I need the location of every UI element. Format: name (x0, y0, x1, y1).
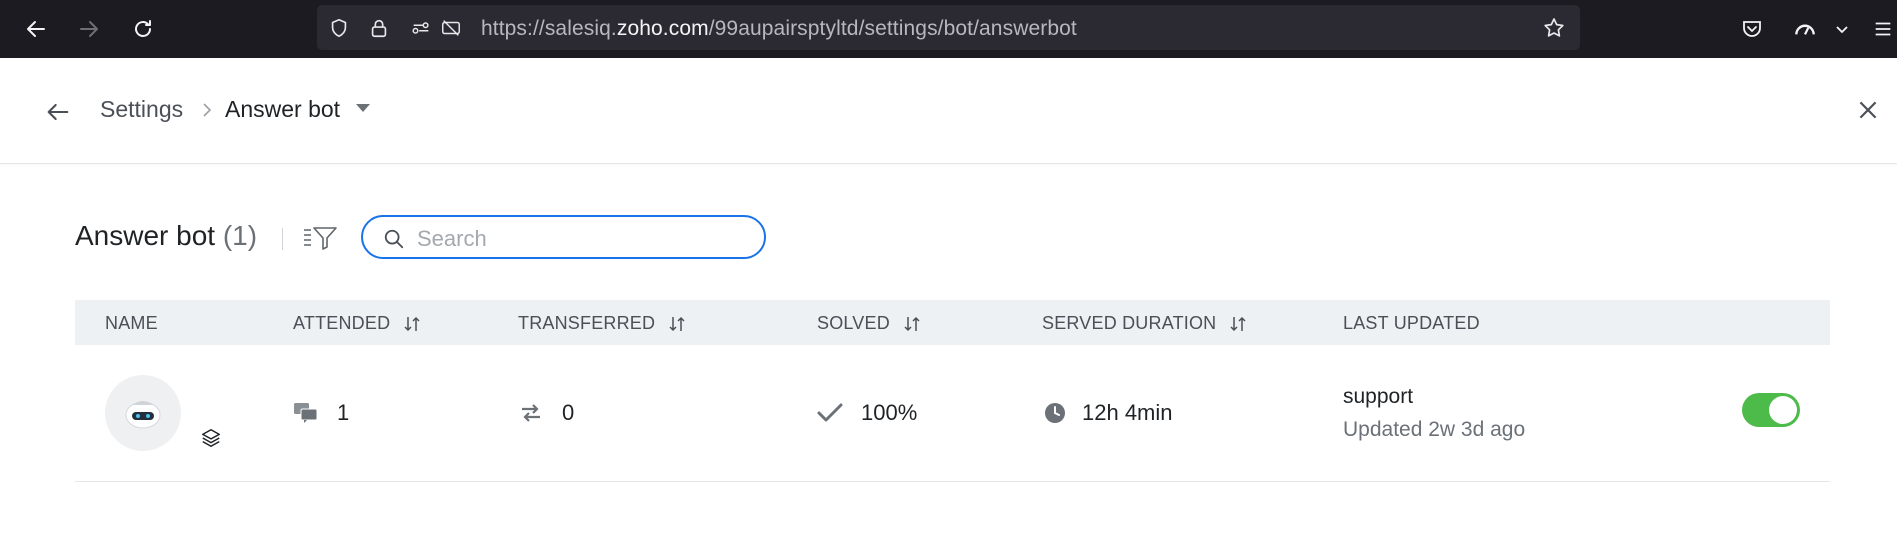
breadcrumb-settings[interactable]: Settings (100, 96, 183, 123)
chat-icon (293, 401, 319, 425)
chevron-down-icon[interactable] (1827, 14, 1857, 44)
sort-icon[interactable] (1228, 314, 1248, 334)
bot-icon (125, 401, 161, 429)
blocked-media-icon[interactable] (439, 16, 463, 40)
check-icon (817, 401, 843, 425)
search-field[interactable] (361, 215, 766, 259)
layers-icon[interactable] (200, 427, 222, 449)
breadcrumb-separator-icon (200, 100, 214, 120)
menu-icon[interactable] (1868, 14, 1897, 44)
browser-reload-icon[interactable] (128, 14, 158, 44)
attended-cell: 1 (293, 400, 349, 426)
served-duration-value: 12h 4min (1082, 400, 1173, 425)
solved-value: 100% (861, 400, 918, 425)
filter-icon[interactable] (302, 222, 338, 254)
item-count: (1) (222, 220, 258, 251)
toggle-knob (1769, 396, 1797, 424)
shield-icon[interactable] (327, 16, 351, 40)
column-last-updated: LAST UPDATED (1343, 313, 1480, 333)
clock-icon (1042, 401, 1068, 425)
served-duration-cell: 12h 4min (1042, 400, 1173, 426)
close-icon[interactable] (1855, 97, 1881, 123)
browser-back-icon[interactable] (21, 14, 51, 44)
sort-icon[interactable] (902, 314, 922, 334)
address-bar[interactable]: https://salesiq.zoho.com/99aupairsptyltd… (317, 5, 1580, 50)
search-input[interactable] (415, 224, 749, 254)
browser-forward-icon[interactable] (74, 14, 104, 44)
attended-value: 1 (337, 400, 350, 425)
solved-cell: 100% (817, 400, 917, 426)
last-updated-time: Updated 2w 3d ago (1343, 418, 1526, 441)
sort-icon[interactable] (667, 314, 687, 334)
permissions-icon[interactable] (409, 16, 433, 40)
transferred-value: 0 (562, 400, 575, 425)
transfer-icon (518, 401, 544, 425)
back-arrow-icon[interactable] (44, 98, 72, 126)
column-served-duration[interactable]: SERVED DURATION (1042, 313, 1248, 334)
column-attended[interactable]: ATTENDED (293, 313, 422, 334)
column-solved[interactable]: SOLVED (817, 313, 922, 334)
table-header: NAME ATTENDED TRANSFERRED SOLVED SERVED … (75, 300, 1830, 345)
settings-header: Settings Answer bot (0, 58, 1897, 164)
column-name: NAME (105, 313, 158, 333)
table-row[interactable]: 1 0 100% 12h 4min support Updated 2w 3d … (75, 345, 1830, 482)
lock-icon[interactable] (367, 16, 391, 40)
breadcrumb-current[interactable]: Answer bot (225, 96, 340, 123)
caret-down-icon[interactable] (356, 104, 370, 112)
sort-icon[interactable] (402, 314, 422, 334)
browser-toolbar: https://salesiq.zoho.com/99aupairsptyltd… (0, 0, 1897, 58)
last-updated-title: support (1343, 385, 1414, 408)
bot-avatar (105, 375, 181, 451)
url-text[interactable]: https://salesiq.zoho.com/99aupairsptyltd… (481, 17, 1077, 41)
pocket-icon[interactable] (1737, 14, 1767, 44)
search-icon (383, 228, 405, 250)
column-transferred[interactable]: TRANSFERRED (518, 313, 687, 334)
divider (282, 228, 283, 250)
performance-icon[interactable] (1790, 14, 1820, 44)
page-title-text: Answer bot (75, 220, 216, 251)
enable-toggle[interactable] (1742, 393, 1800, 427)
transferred-cell: 0 (518, 400, 574, 426)
bookmark-star-icon[interactable] (1542, 16, 1566, 40)
page-title: Answer bot (1) (75, 220, 257, 252)
